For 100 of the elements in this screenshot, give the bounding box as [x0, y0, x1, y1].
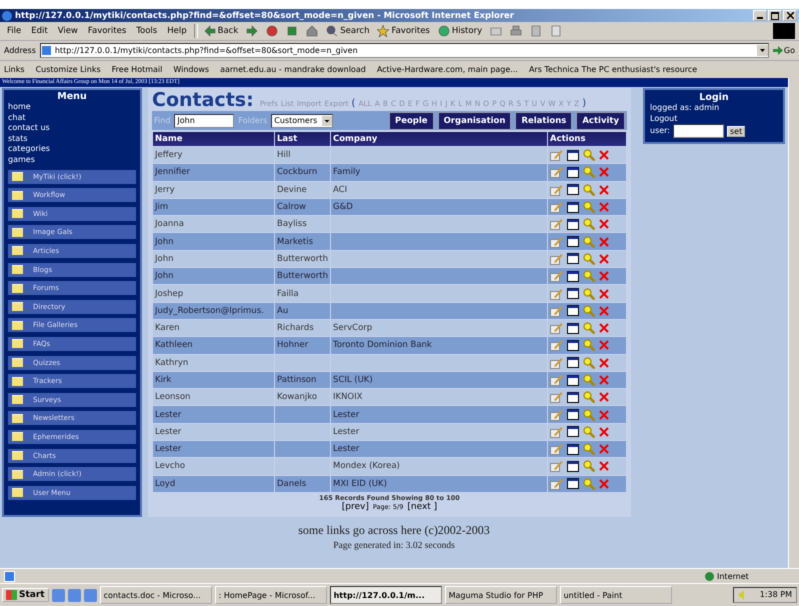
- menu-item[interactable]: Edit: [28, 26, 51, 36]
- start-button[interactable]: Start: [2, 588, 49, 602]
- toolbar-button[interactable]: Search: [324, 25, 372, 37]
- delete-icon[interactable]: [599, 358, 609, 368]
- taskbar-button[interactable]: : HomePage - Microsof...: [214, 586, 327, 604]
- window-icon[interactable]: [567, 322, 579, 334]
- logout-link[interactable]: Logout: [650, 114, 778, 124]
- quick-launch-icon[interactable]: [52, 588, 65, 602]
- window-icon[interactable]: [567, 478, 579, 490]
- window-icon[interactable]: [567, 150, 579, 161]
- edit-icon[interactable]: [550, 322, 563, 334]
- folders-dropdown[interactable]: Customers: [271, 114, 334, 128]
- column-header[interactable]: Company: [330, 132, 547, 146]
- view-tab[interactable]: Organisation: [438, 112, 512, 130]
- favorite-link[interactable]: Active-Hardware.com, main page...: [376, 65, 518, 74]
- delete-icon[interactable]: [599, 478, 609, 489]
- menu-item[interactable]: Favorites: [84, 26, 130, 36]
- edit-icon[interactable]: [550, 149, 563, 162]
- taskbar-button[interactable]: contacts.doc - Microso...: [100, 586, 212, 604]
- edit-icon[interactable]: [550, 270, 563, 282]
- edit-icon[interactable]: [550, 304, 563, 317]
- delete-icon[interactable]: [599, 340, 609, 350]
- set-button[interactable]: set: [727, 126, 746, 136]
- delete-icon[interactable]: [599, 392, 609, 402]
- delete-icon[interactable]: [599, 271, 609, 282]
- edit-icon[interactable]: [550, 460, 563, 472]
- toolbar-button[interactable]: [264, 25, 280, 37]
- edit-icon[interactable]: [550, 408, 563, 421]
- edit-icon[interactable]: [550, 201, 563, 214]
- menu-item[interactable]: View: [54, 26, 81, 36]
- delete-icon[interactable]: [599, 184, 609, 195]
- edit-icon[interactable]: [550, 166, 563, 178]
- window-icon[interactable]: [567, 340, 579, 351]
- delete-icon[interactable]: [599, 254, 609, 264]
- menu-link[interactable]: categories: [8, 144, 136, 154]
- menu-item[interactable]: Help: [164, 26, 190, 36]
- menu-link[interactable]: stats: [8, 134, 136, 144]
- menu-link[interactable]: games: [8, 154, 136, 165]
- column-header[interactable]: Actions: [548, 132, 626, 146]
- edit-icon[interactable]: [550, 218, 563, 230]
- column-header[interactable]: Name: [153, 132, 274, 146]
- toolbar-button[interactable]: History: [436, 25, 484, 37]
- prev-link[interactable]: [prev]: [342, 502, 369, 512]
- window-icon[interactable]: [567, 218, 579, 230]
- window-icon[interactable]: [567, 202, 579, 213]
- taskbar-button[interactable]: http://127.0.0.1/m...: [330, 586, 442, 604]
- window-icon[interactable]: [567, 184, 579, 196]
- edit-icon[interactable]: [550, 252, 563, 265]
- next-link[interactable]: [next ]: [407, 502, 438, 512]
- delete-icon[interactable]: [599, 150, 609, 160]
- window-icon[interactable]: [567, 409, 579, 420]
- edit-icon[interactable]: [550, 374, 563, 386]
- favorite-link[interactable]: Free Hotmail: [112, 65, 162, 74]
- favorite-link[interactable]: aarnet.edu.au - mandrake download: [220, 65, 366, 74]
- window-icon[interactable]: [567, 236, 579, 248]
- menu-link[interactable]: chat: [8, 112, 136, 123]
- toolbar-button[interactable]: Back: [202, 25, 240, 37]
- window-icon[interactable]: [567, 253, 579, 264]
- edit-icon[interactable]: [550, 288, 563, 300]
- window-icon[interactable]: [567, 305, 579, 316]
- edit-icon[interactable]: [550, 391, 563, 404]
- menu-item[interactable]: File: [4, 26, 24, 36]
- menu-link[interactable]: contact us: [8, 123, 136, 134]
- window-icon[interactable]: [567, 288, 579, 300]
- window-icon[interactable]: [567, 357, 579, 368]
- taskbar-button[interactable]: untitled - Paint: [560, 586, 672, 604]
- user-field[interactable]: [673, 124, 724, 138]
- edit-icon[interactable]: [550, 478, 563, 490]
- favorite-link[interactable]: Ars Technica The PC enthusiast's resource: [528, 65, 698, 74]
- delete-icon[interactable]: [599, 219, 609, 230]
- delete-icon[interactable]: [599, 167, 609, 178]
- delete-icon[interactable]: [599, 306, 609, 316]
- favorite-link[interactable]: Customize Links: [36, 65, 101, 74]
- menu-item[interactable]: Tools: [133, 26, 160, 36]
- edit-icon[interactable]: [550, 184, 563, 196]
- menu-link[interactable]: home: [8, 102, 136, 112]
- window-icon[interactable]: [567, 374, 579, 386]
- quick-launch-icon[interactable]: [84, 588, 97, 602]
- edit-icon[interactable]: [550, 339, 563, 352]
- delete-icon[interactable]: [599, 236, 609, 247]
- toolbar-button[interactable]: [508, 25, 524, 37]
- window-icon[interactable]: [567, 460, 579, 472]
- window-icon[interactable]: [567, 444, 579, 455]
- search-icon[interactable]: [583, 374, 595, 386]
- edit-icon[interactable]: [550, 356, 563, 369]
- minimize-button[interactable]: [753, 10, 767, 21]
- go-button[interactable]: Go: [772, 46, 795, 55]
- address-field[interactable]: http://127.0.0.1/mytiki/contacts.php?find=&offset=80&sort_mode=n_given: [40, 43, 769, 58]
- delete-icon[interactable]: [599, 444, 609, 454]
- delete-icon[interactable]: [599, 202, 609, 212]
- window-icon[interactable]: [567, 392, 579, 403]
- toolbar-button[interactable]: Favorites: [375, 25, 432, 37]
- taskbar-button[interactable]: Maguma Studio for PHP: [444, 586, 557, 604]
- view-tab[interactable]: Activity: [576, 112, 625, 130]
- window-icon[interactable]: [567, 166, 579, 178]
- toolbar-button[interactable]: [304, 25, 320, 37]
- view-tab[interactable]: People: [388, 112, 434, 130]
- maximize-button[interactable]: [768, 10, 782, 21]
- delete-icon[interactable]: [599, 426, 609, 437]
- delete-icon[interactable]: [599, 410, 609, 420]
